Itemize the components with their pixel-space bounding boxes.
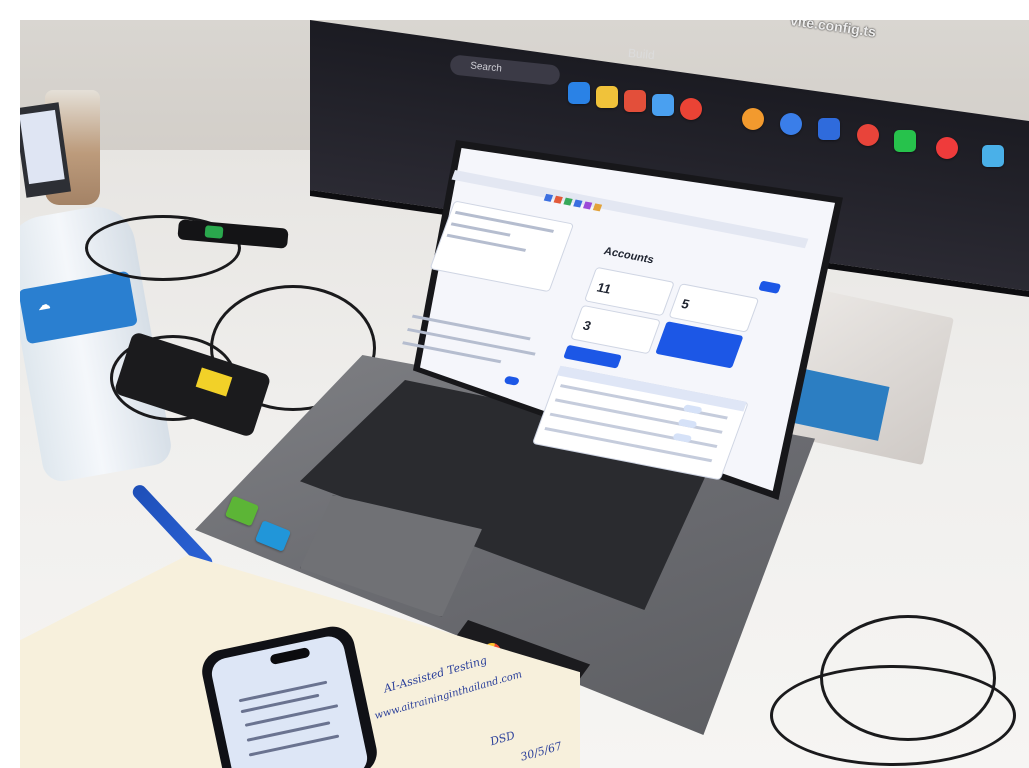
tab-favicon-icon: [553, 195, 563, 204]
desk-scene: vite.config.ts Build Search ☁ Accounts 1…: [0, 0, 1029, 768]
header-button[interactable]: [758, 280, 782, 294]
tab-favicon-icon: [573, 199, 583, 208]
taskbar-chrome-icon: [857, 124, 879, 146]
image-margin-top: [0, 0, 1029, 20]
taskbar-browser-icon: [568, 82, 590, 104]
taskbar-chrome-icon: [680, 98, 702, 120]
tab-favicon-icon: [583, 201, 593, 210]
taskbar-app-icon: [652, 94, 674, 116]
left-form-area: [392, 314, 550, 399]
monitor-build-label: Build: [627, 45, 656, 63]
text-line: [411, 314, 531, 341]
adapter-led: [204, 225, 224, 239]
primary-button[interactable]: [563, 344, 622, 369]
send-button[interactable]: [503, 375, 521, 386]
taskbar-chrome-icon: [780, 113, 802, 135]
taskbar-folder-icon: [596, 86, 618, 108]
tab-favicon-icon: [592, 203, 603, 212]
text-line: [406, 327, 536, 356]
taskbar-chrome-icon: [742, 108, 764, 130]
bottle-label-text: ☁: [36, 297, 52, 313]
taskbar-app-icon: [624, 90, 646, 112]
cable: [770, 665, 1016, 766]
taskbar-line-icon: [894, 130, 916, 152]
taskbar-app-icon: [982, 145, 1004, 167]
taskbar-app-icon: [936, 137, 958, 159]
image-margin-left: [0, 0, 20, 768]
tab-favicon-icon: [563, 197, 573, 206]
taskbar-doc-icon: [818, 118, 840, 140]
tab-favicon-icon: [543, 193, 554, 202]
page-title: Accounts: [602, 245, 656, 267]
